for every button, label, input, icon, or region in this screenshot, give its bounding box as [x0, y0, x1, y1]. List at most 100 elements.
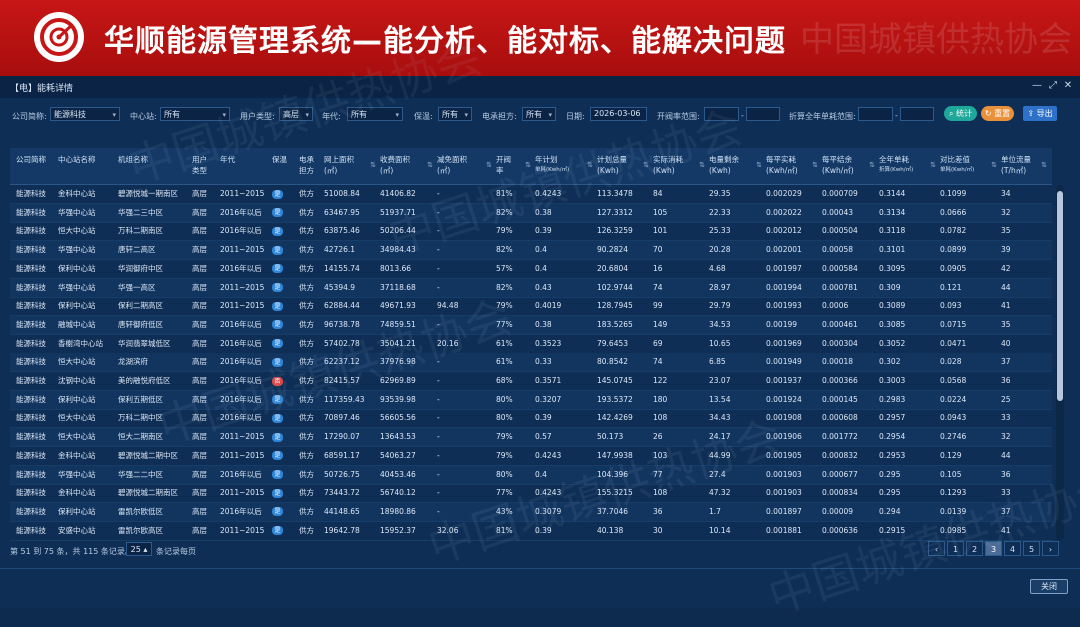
center-select[interactable]: 所有 ▾: [160, 107, 230, 121]
column-header-diff-unit[interactable]: 对比差值 单耗(Kwh/㎡) ⇅: [940, 148, 1001, 184]
prev-page-button[interactable]: ‹: [928, 541, 945, 556]
rate-min-input[interactable]: [704, 107, 739, 121]
export-button[interactable]: ⇪ 导出: [1023, 106, 1057, 121]
sort-icon[interactable]: ⇅: [643, 160, 649, 171]
cell-valve-rate: 81%: [496, 189, 513, 198]
cell-plan-total: 126.3259: [597, 226, 633, 236]
vertical-scrollbar[interactable]: [1056, 185, 1064, 540]
page-button[interactable]: 3: [985, 541, 1002, 556]
sort-icon[interactable]: ⇅: [812, 160, 818, 171]
page-button[interactable]: 2: [966, 541, 983, 556]
cell-company: 能源科技: [16, 432, 46, 442]
cell-charge-area: 37118.68: [380, 282, 416, 292]
column-header-center[interactable]: 中心站名称: [58, 148, 118, 184]
sort-icon[interactable]: ⇅: [930, 160, 936, 171]
cell-net-area: 62884.44: [324, 301, 360, 311]
page-size-select[interactable]: 25 ▴: [126, 542, 152, 556]
table-row[interactable]: 能源科技 恒大中心站 恒大二期南区 高层 2011~2015 是 供方 17290.07 136…: [10, 428, 1052, 448]
cell-unit: 华强二三中区: [118, 207, 163, 217]
table-row[interactable]: 能源科技 金科中心站 碧源悦城二期中区 高层 2011~2015 是 供方 68591.17 5…: [10, 447, 1052, 466]
convert-max-input[interactable]: [900, 107, 934, 121]
page-button[interactable]: 4: [1004, 541, 1021, 556]
column-header-company[interactable]: 公司简称: [16, 148, 58, 184]
insulation-badge: 是: [272, 357, 283, 367]
sort-icon[interactable]: ⇅: [699, 160, 705, 171]
column-header-valve-rate[interactable]: 开阀率 ⇅: [496, 148, 535, 184]
close-icon[interactable]: ✕: [1061, 79, 1075, 93]
sort-icon[interactable]: ⇅: [525, 160, 531, 171]
insulation-badge: 是: [272, 208, 283, 218]
maximize-icon[interactable]: ⤢: [1046, 79, 1060, 93]
rate-max-input[interactable]: [746, 107, 780, 121]
column-header-annual-unit[interactable]: 全年单耗 折算(Kwh/㎡) ⇅: [879, 148, 940, 184]
scrollbar-thumb[interactable]: [1057, 191, 1063, 401]
cell-charge-area: 49671.93: [380, 301, 416, 311]
table-row[interactable]: 能源科技 保利中心站 保利二期高区 高层 2011~2015 是 供方 62884.44 496…: [10, 297, 1052, 317]
column-header-net-area[interactable]: 网上面积 (㎡) ⇅: [324, 148, 380, 184]
column-header-plan-total[interactable]: 计划总量 (Kwh) ⇅: [597, 148, 653, 184]
sort-icon[interactable]: ⇅: [587, 160, 593, 171]
warm-select[interactable]: 所有 ▾: [438, 107, 472, 121]
table-row[interactable]: 能源科技 恒大中心站 龙湖滨府 高层 2016年以后是 供方 62237.12 37976.9…: [10, 353, 1052, 373]
table-row[interactable]: 能源科技 保利中心站 华润御府中区 高层 2016年以后是 供方 14155.74 8013.…: [10, 260, 1052, 279]
date-input[interactable]: 2026-03-06: [590, 107, 647, 121]
column-header-power-party[interactable]: 电承 担方: [299, 148, 324, 184]
column-header-insulation[interactable]: 保温: [272, 148, 299, 184]
column-header-actual-use[interactable]: 实际消耗 (Kwh) ⇅: [653, 148, 709, 184]
table-row[interactable]: 能源科技 华强中心站 华强二三中区 高层 2016年以后是 供方 63467.95 51937…: [10, 203, 1052, 223]
table-row[interactable]: 能源科技 沈钢中心站 美的融悦府低区 高层 2016年以后 否 供方 82415.57 6296…: [10, 372, 1052, 391]
convert-min-input[interactable]: [858, 107, 893, 121]
power-select[interactable]: 所有 ▾: [522, 107, 556, 121]
sort-icon[interactable]: ⇅: [1041, 160, 1047, 171]
insulation-badge: 是: [272, 507, 283, 517]
table-row[interactable]: 能源科技 香榭湾中心站 华润翡翠城低区 高层 2016年以后是 供方 57402.78 350…: [10, 335, 1052, 354]
column-header-per-sqm-actual[interactable]: 每平实耗 (Kwh/㎡) ⇅: [766, 148, 822, 184]
cell-per-sqm-balance: 0.00058: [822, 245, 854, 255]
stats-button[interactable]: ⌕ 统计: [944, 106, 977, 121]
cell-per-sqm-actual: 0.002001: [766, 245, 802, 255]
company-select[interactable]: 能源科技 ▾: [50, 107, 120, 121]
cell-unit: 碧源悦城一期南区: [118, 189, 178, 198]
table-row[interactable]: 能源科技 华强中心站 华强一高区 高层 2011~2015 是 供方 45394.9 37118…: [10, 278, 1052, 298]
column-header-unit-flow[interactable]: 单位流量 (T/h㎡) ⇅: [1001, 148, 1051, 184]
reset-button[interactable]: ↻ 重置: [981, 106, 1014, 121]
table-row[interactable]: 能源科技 华强中心站 唐轩二高区 高层 2011~2015 是 供方 42726.1 34984…: [10, 241, 1052, 261]
table-row[interactable]: 能源科技 金科中心站 碧源悦城一期南区 高层 2011~2015 是 供方 51008.84 4…: [10, 185, 1052, 204]
table-row[interactable]: 能源科技 保利中心站 保利五期低区 高层 2016年以后是 供方 117359.43 9353…: [10, 390, 1052, 410]
cell-net-area: 44148.65: [324, 506, 360, 516]
page-button[interactable]: 5: [1023, 541, 1040, 556]
sort-icon[interactable]: ⇅: [756, 160, 762, 171]
column-header-sublabel: 类型: [192, 166, 207, 175]
sort-icon[interactable]: ⇅: [869, 160, 875, 171]
page-button[interactable]: 1: [947, 541, 964, 556]
sort-icon[interactable]: ⇅: [370, 160, 376, 171]
cell-remaining: 34.43: [709, 413, 731, 423]
cell-plan-unit: 0.4243: [535, 189, 562, 198]
sort-icon[interactable]: ⇅: [991, 160, 997, 171]
next-page-button[interactable]: ›: [1042, 541, 1059, 556]
cell-remaining: 29.79: [709, 301, 731, 311]
column-header-charge-area[interactable]: 收费面积 (㎡) ⇅: [380, 148, 437, 184]
column-header-plan-unit[interactable]: 年计划 单耗(Kwh/㎡) ⇅: [535, 148, 597, 184]
column-header-remaining[interactable]: 电量剩余 (Kwh) ⇅: [709, 148, 766, 184]
sort-icon[interactable]: ⇅: [427, 160, 433, 171]
sort-icon[interactable]: ⇅: [486, 160, 492, 171]
table-row[interactable]: 能源科技 融城中心站 唐轩御府低区 高层 2016年以后是 供方 96738.78 74859…: [10, 315, 1052, 335]
table-row[interactable]: 能源科技 华强中心站 华强二二中区 高层 2016年以后 是 供方 50726.75 40453…: [10, 465, 1052, 485]
cell-power-party: 供方: [299, 282, 314, 292]
column-header-unit[interactable]: 机组名称: [118, 148, 192, 184]
column-header-reduced-area[interactable]: 减免面积 (㎡) ⇅: [437, 148, 496, 184]
minimize-icon[interactable]: —: [1030, 79, 1044, 93]
cell-reduced-area: -: [437, 506, 440, 516]
close-button[interactable]: 关闭: [1030, 579, 1068, 594]
year-select[interactable]: 所有 ▾: [347, 107, 403, 121]
column-header-per-sqm-balance[interactable]: 每平结余 (Kwh/㎡) ⇅: [822, 148, 879, 184]
table-row[interactable]: 能源科技 恒大中心站 万科二期中区 高层 2016年以后是 供方 70897.46 56605…: [10, 409, 1052, 429]
table-row[interactable]: 能源科技 保利中心站 雷凯尔欧低区 高层 2016年以后是 供方 44148.65 18980…: [10, 502, 1052, 522]
table-row[interactable]: 能源科技 恒大中心站 万科二期南区 高层 2016年以后是 供方 63875.46 50206…: [10, 222, 1052, 242]
cell-unit-flow: 36: [1001, 376, 1011, 385]
column-header-year[interactable]: 年代: [220, 148, 272, 184]
table-row[interactable]: 能源科技 金科中心站 碧源悦城二期南区 高层 2011~2015 是 供方 73443.72 5…: [10, 484, 1052, 504]
column-header-user-type[interactable]: 用户 类型: [192, 148, 220, 184]
usertype-select[interactable]: 高层 ▾: [279, 107, 313, 121]
